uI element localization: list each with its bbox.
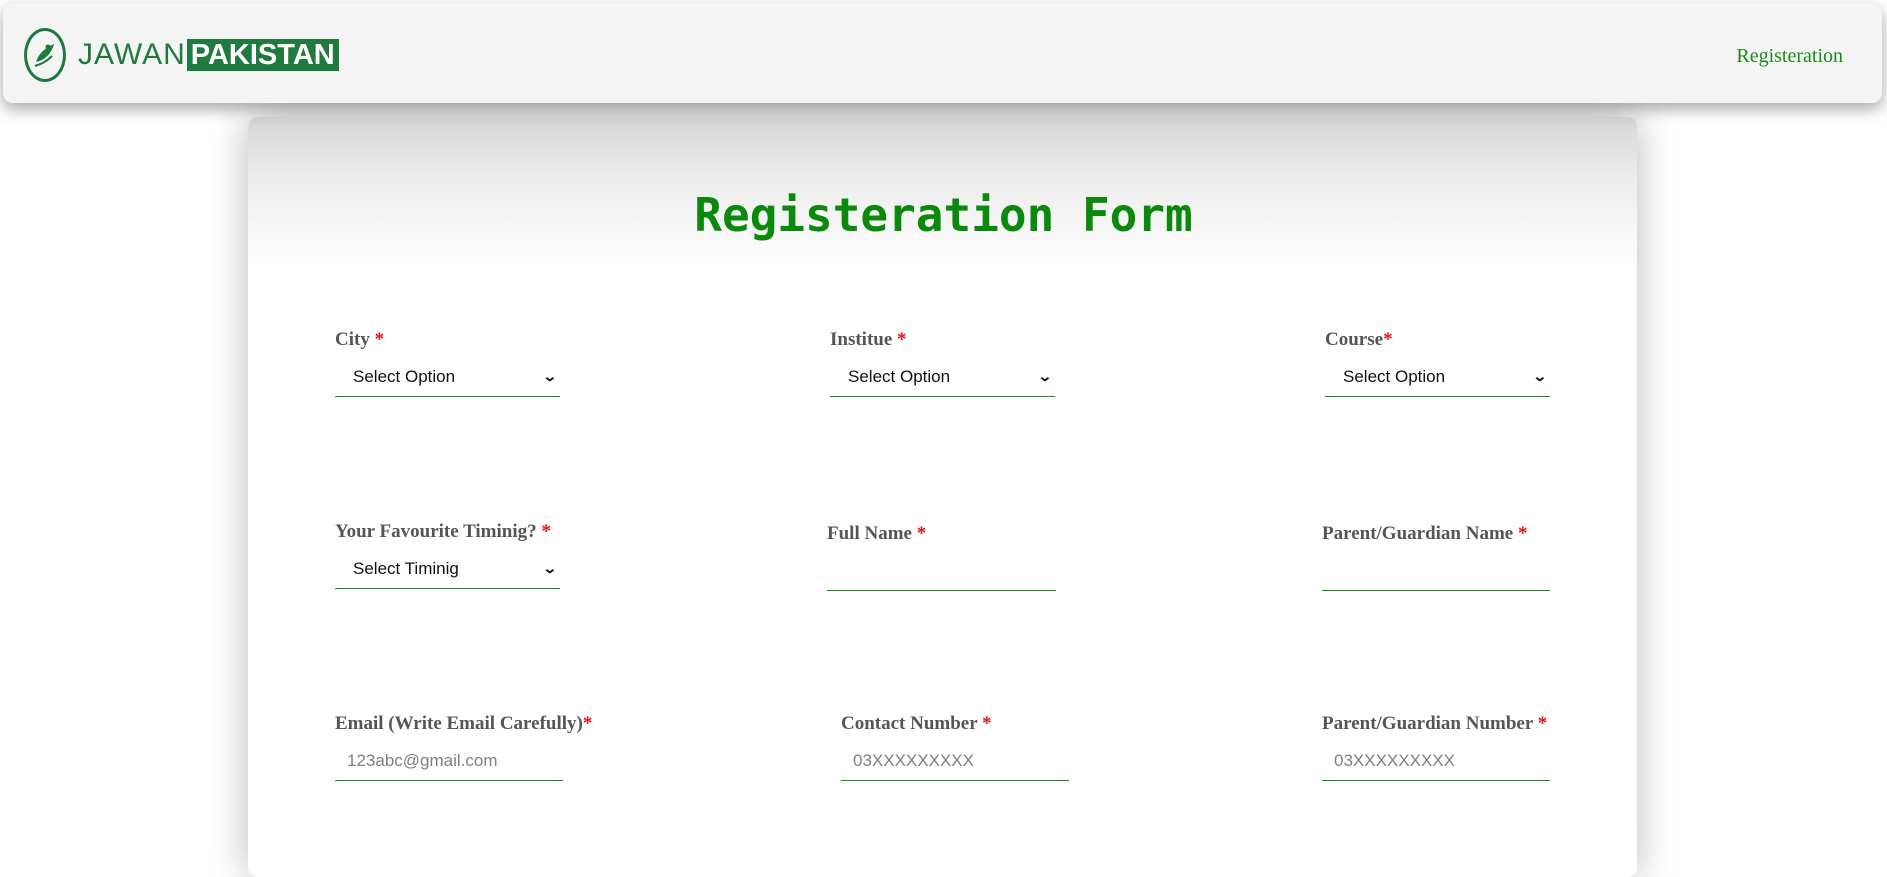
required-mark: *: [1383, 329, 1393, 350]
institute-label: Institue: [830, 329, 898, 350]
brand-name-part2: PAKISTAN: [186, 39, 339, 71]
contact-field: Contact Number *: [841, 713, 1069, 781]
guardian-number-input[interactable]: [1322, 741, 1550, 781]
required-mark: *: [541, 521, 551, 542]
brand-logo[interactable]: JAWAN PAKISTAN: [24, 25, 339, 85]
email-input[interactable]: [335, 741, 563, 781]
email-field: Email (Write Email Carefully)*: [335, 713, 592, 781]
timing-field: Your Favourite Timinig? * Select Timinig…: [335, 521, 560, 589]
required-mark: *: [982, 713, 992, 734]
required-mark: *: [582, 713, 593, 734]
required-mark: *: [1517, 523, 1528, 544]
leaf-bird-logo-icon: [24, 28, 66, 82]
full-name-label: Full Name: [827, 523, 917, 544]
contact-input[interactable]: [841, 741, 1069, 781]
course-select[interactable]: Select Option ⌄: [1325, 357, 1550, 397]
top-navbar: JAWAN PAKISTAN Registeration: [3, 3, 1882, 103]
required-mark: *: [1537, 713, 1548, 734]
full-name-input[interactable]: [827, 551, 1056, 591]
form-title: Registeration Form: [694, 188, 1193, 242]
chevron-down-icon: ⌄: [1532, 368, 1548, 384]
chevron-down-icon: ⌄: [1037, 368, 1053, 384]
city-label: City: [335, 329, 375, 350]
contact-label: Contact Number: [841, 713, 983, 734]
guardian-name-label: Parent/Guardian Name: [1322, 523, 1518, 544]
full-name-field: Full Name *: [827, 523, 1056, 591]
guardian-name-input[interactable]: [1322, 551, 1550, 591]
course-select-value: Select Option: [1343, 366, 1446, 386]
institute-select-value: Select Option: [848, 366, 951, 386]
course-field: Course* Select Option ⌄: [1325, 329, 1550, 397]
required-mark: *: [916, 523, 927, 544]
institute-field: Institue * Select Option ⌄: [830, 329, 1055, 397]
required-mark: *: [897, 329, 907, 350]
timing-label: Your Favourite Timinig?: [335, 521, 542, 542]
city-select-value: Select Option: [353, 366, 456, 386]
guardian-name-field: Parent/Guardian Name *: [1322, 523, 1550, 591]
course-label: Course: [1325, 329, 1384, 350]
chevron-down-icon: ⌄: [542, 560, 558, 576]
brand-name-part1: JAWAN: [78, 38, 186, 71]
timing-select[interactable]: Select Timinig ⌄: [335, 549, 560, 589]
chevron-down-icon: ⌄: [542, 368, 558, 384]
city-select[interactable]: Select Option ⌄: [335, 357, 560, 397]
nav-registration-link[interactable]: Registeration: [1736, 45, 1843, 68]
email-label: Email (Write Email Carefully): [335, 713, 583, 734]
required-mark: *: [374, 329, 385, 350]
institute-select[interactable]: Select Option ⌄: [830, 357, 1055, 397]
guardian-number-field: Parent/Guardian Number *: [1322, 713, 1550, 781]
city-field: City * Select Option ⌄: [335, 329, 560, 397]
timing-select-value: Select Timinig: [353, 558, 459, 578]
guardian-number-label: Parent/Guardian Number: [1322, 713, 1538, 734]
